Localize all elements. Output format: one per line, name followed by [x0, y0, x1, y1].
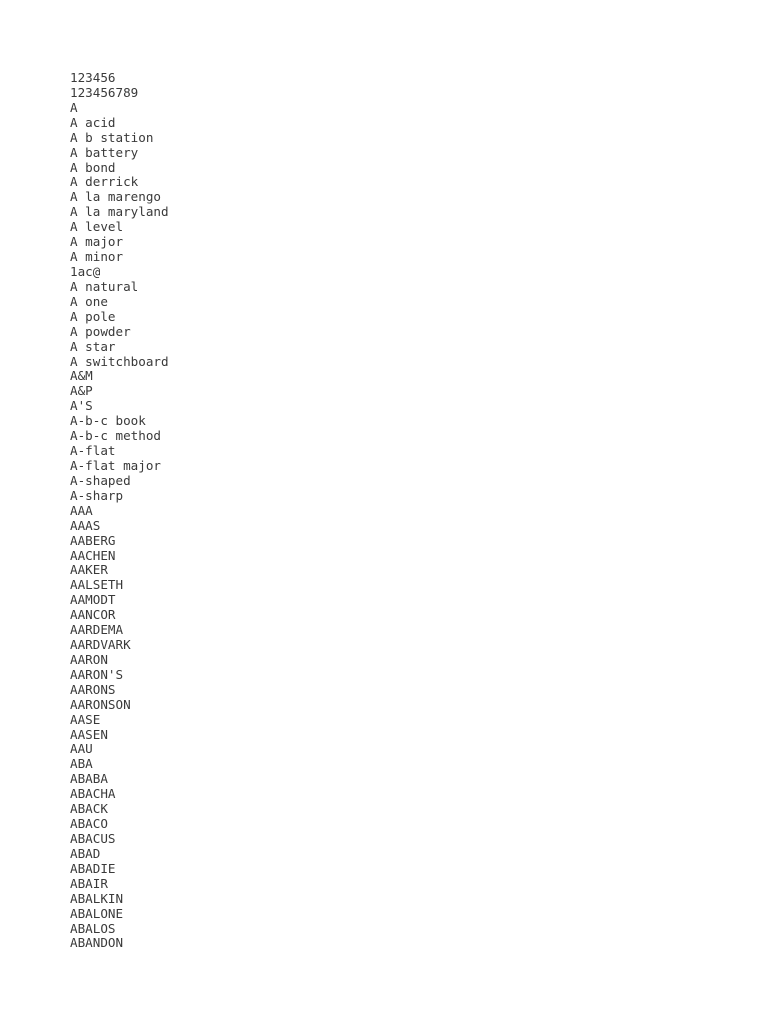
word-list-item: AALSETH — [70, 577, 124, 593]
word-list-item: A b station — [70, 129, 154, 145]
word-list-item: ABACHA — [70, 786, 116, 802]
word-list-item: AAMODT — [70, 592, 116, 608]
word-list-item: A&P — [70, 383, 93, 399]
word-list-item: AASEN — [70, 726, 108, 742]
word-list-item: A derrick — [70, 174, 139, 190]
word-list-item: A minor — [70, 249, 124, 265]
word-list-item: A powder — [70, 323, 131, 339]
word-list-item: AABERG — [70, 532, 116, 548]
word-list-item: A pole — [70, 308, 116, 324]
word-list-item: AACHEN — [70, 547, 116, 563]
word-list-item: 123456789 — [70, 84, 139, 100]
word-list-item: 123456 — [70, 70, 116, 85]
word-list-item: AAAS — [70, 517, 101, 533]
word-list-item: A'S — [70, 398, 93, 414]
word-list-item: AAA — [70, 502, 93, 518]
word-list-item: ABANDON — [70, 935, 124, 951]
word-list-item: AANCOR — [70, 607, 116, 623]
word-list-item: A acid — [70, 114, 116, 130]
word-list-item: A battery — [70, 144, 139, 160]
word-list-item: AAU — [70, 741, 93, 757]
word-list-item: ABA — [70, 756, 93, 772]
word-list-item: AARDVARK — [70, 637, 131, 653]
word-list-item: A switchboard — [70, 353, 169, 369]
word-list-item: A la maryland — [70, 204, 169, 220]
word-list-item: ABALOS — [70, 920, 116, 936]
word-list-item: AASE — [70, 711, 101, 727]
word-list-item: A one — [70, 293, 108, 309]
word-list-item: A — [70, 99, 78, 115]
word-list-item: AARDEMA — [70, 622, 124, 638]
word-list-item: ABACK — [70, 801, 108, 817]
word-list-item: A natural — [70, 278, 139, 294]
word-list-item: AARON'S — [70, 666, 124, 682]
word-list-item: A major — [70, 234, 124, 250]
word-list-item: AARONSON — [70, 696, 131, 712]
word-list-item: AARON — [70, 651, 108, 667]
word-list-item: ABALONE — [70, 905, 124, 921]
word-list-item: ABAIR — [70, 875, 108, 891]
word-list-item: AARONS — [70, 681, 116, 697]
word-list-item: ABABA — [70, 771, 108, 787]
word-list-item: A-shaped — [70, 472, 131, 488]
word-list-item: ABALKIN — [70, 890, 124, 906]
word-list-item: A la marengo — [70, 189, 161, 205]
word-list-item: 1ac@ — [70, 263, 101, 279]
word-list-item: A-flat major — [70, 457, 161, 473]
word-list-item: A bond — [70, 159, 116, 175]
word-list-item: A star — [70, 338, 116, 354]
word-list-item: ABADIE — [70, 860, 116, 876]
document-page: 123456 123456789 A A acid A b station A batte… — [0, 0, 768, 1024]
word-list-item: A-flat — [70, 443, 116, 459]
word-list-item: AAKER — [70, 562, 108, 578]
word-list-item: A-sharp — [70, 487, 124, 503]
word-list-item: A&M — [70, 368, 93, 384]
word-list: 123456 123456789 A A acid A b station A batte… — [70, 70, 169, 951]
word-list-item: ABACO — [70, 816, 108, 832]
word-list-item: A-b-c method — [70, 428, 161, 444]
word-list-item: ABACUS — [70, 831, 116, 847]
word-list-item: A level — [70, 219, 124, 235]
word-list-item: A-b-c book — [70, 413, 146, 429]
word-list-item: ABAD — [70, 845, 101, 861]
